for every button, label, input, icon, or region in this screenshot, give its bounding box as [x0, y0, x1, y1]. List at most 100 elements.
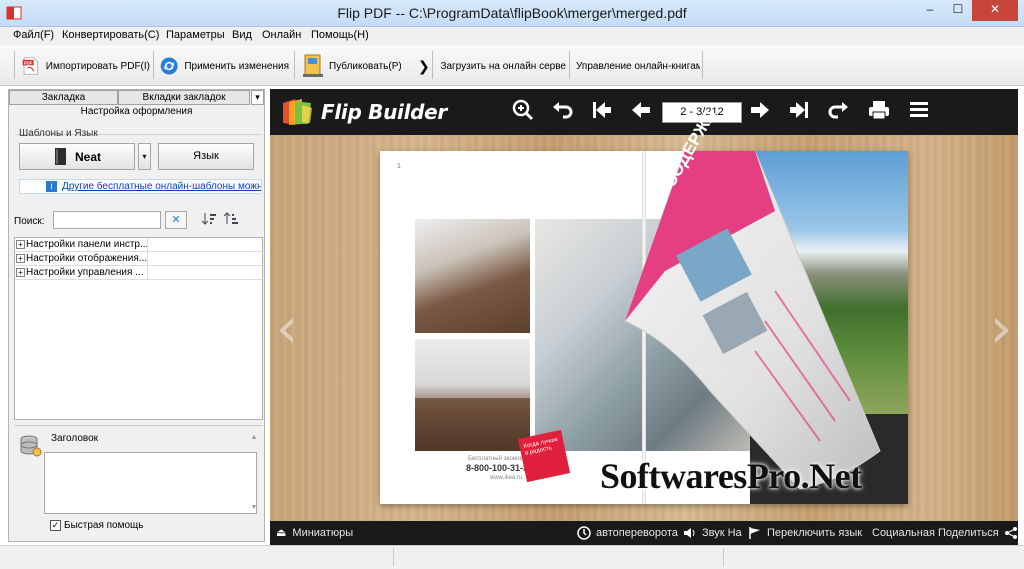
tree-item-toolbar-settings[interactable]: + Настройки панели инстр...: [15, 238, 262, 252]
template-name: Neat: [74, 149, 101, 164]
settings-tree: + Настройки панели инстр... + Настройки …: [14, 237, 263, 420]
language-button[interactable]: Язык: [158, 143, 254, 170]
toolbar-separator: [702, 51, 703, 79]
expand-icon[interactable]: +: [16, 240, 25, 249]
autoflip-button[interactable]: автопереворота: [577, 526, 678, 540]
window-title: Flip PDF -- C:\ProgramData\flipBook\merg…: [337, 5, 687, 21]
social-share-label: Социальная Поделиться: [872, 527, 999, 539]
switch-language-label: Переключить язык: [767, 527, 863, 539]
print-icon[interactable]: [866, 99, 892, 125]
menu-online[interactable]: Онлайн: [262, 29, 301, 41]
pdf-icon: PDF: [22, 57, 39, 75]
sound-label: Звук На: [702, 527, 742, 539]
flip-builder-logo-text: Flip Builder: [321, 100, 447, 124]
toolbar-separator: [153, 51, 154, 79]
tree-item-display-settings[interactable]: + Настройки отображения...: [15, 252, 262, 266]
menu-params[interactable]: Параметры: [166, 29, 225, 41]
thumbnails-label: Миниатюры: [292, 526, 354, 539]
menu-icon[interactable]: [906, 99, 932, 125]
toolbar-more-arrow[interactable]: ❯: [418, 50, 430, 82]
clear-icon: ✕: [171, 214, 181, 226]
scroll-down-icon[interactable]: ▼: [249, 504, 259, 511]
expand-icon[interactable]: +: [16, 254, 25, 263]
status-bar: [0, 545, 1024, 569]
help-text-area[interactable]: [44, 452, 257, 514]
expand-icon[interactable]: +: [16, 268, 25, 277]
import-pdf-label: Импортировать PDF(I): [45, 60, 150, 72]
templates-online-link[interactable]: Другие бесплатные онлайн-шаблоны можно н: [62, 181, 261, 192]
publish-button[interactable]: Публиковать(P): [301, 50, 411, 82]
column-divider: [147, 266, 148, 280]
tree-item-control-settings[interactable]: + Настройки управления ...: [15, 266, 262, 280]
watermark-text: SoftwaresPro.Net: [600, 456, 862, 496]
import-pdf-button[interactable]: PDF Импортировать PDF(I): [22, 50, 150, 82]
quick-help-checkbox[interactable]: ✓: [50, 520, 61, 531]
quick-help-toggle[interactable]: ✓ Быстрая помощь: [50, 520, 144, 531]
close-button[interactable]: ✕: [972, 0, 1018, 21]
tree-item-label: Настройки отображения...: [26, 253, 148, 264]
menu-bar: Файл(F) Конвертировать(С) Параметры Вид …: [0, 27, 1024, 45]
next-arrow-icon[interactable]: ›: [988, 289, 1014, 369]
previous-page-icon[interactable]: [628, 99, 654, 125]
refresh-icon: [160, 57, 178, 75]
next-page-icon[interactable]: [747, 99, 773, 125]
autoflip-label: автопереворота: [596, 527, 678, 539]
quick-help-label: Быстрая помощь: [64, 520, 144, 531]
apply-changes-button[interactable]: Применить изменения: [159, 50, 289, 82]
previous-arrow-icon[interactable]: ‹: [274, 289, 300, 369]
page-curl: [624, 151, 881, 490]
undo-icon[interactable]: [550, 99, 576, 125]
flag-icon: [749, 527, 760, 539]
info-bar: i Другие бесплатные онлайн-шаблоны можно…: [19, 179, 262, 194]
template-select-button[interactable]: Neat: [19, 143, 135, 170]
menu-convert[interactable]: Конвертировать(С): [62, 29, 159, 41]
sound-button[interactable]: Звук На: [683, 526, 742, 540]
left-tabs: Закладка Вкладки закладок ▾: [9, 90, 266, 105]
menu-file[interactable]: Файл(F): [13, 29, 54, 41]
search-clear-button[interactable]: ✕: [165, 211, 187, 229]
preview-toolbar: Flip Builder 2 - 3/212: [270, 89, 1018, 135]
clock-icon: [577, 526, 591, 540]
upload-online-button[interactable]: Загрузить на онлайн серве: [436, 50, 566, 82]
column-divider: [147, 238, 148, 252]
info-icon: i: [46, 181, 57, 192]
manage-online-books-button[interactable]: Управление онлайн-книгами: [576, 50, 700, 82]
book-spread[interactable]: 1 Бесплатный звонок по России 8-800-100-…: [380, 106, 908, 504]
minimize-button[interactable]: –: [916, 0, 944, 21]
zoom-in-icon[interactable]: [510, 99, 536, 125]
maximize-button[interactable]: ☐: [944, 0, 972, 21]
toolbar-separator: [294, 51, 295, 79]
toolbar: PDF Импортировать PDF(I) Применить измен…: [0, 45, 1024, 86]
toolbar-separator: [14, 51, 15, 79]
help-title: Заголовок: [51, 433, 99, 444]
column-divider: [147, 252, 148, 266]
panel-header: Настройка оформления: [80, 106, 193, 117]
book-icon: [54, 147, 66, 165]
tree-item-label: Настройки панели инстр...: [26, 239, 149, 250]
title-bar: Flip PDF -- C:\ProgramData\flipBook\merg…: [0, 0, 1024, 27]
sort-ascending-icon[interactable]: [223, 211, 239, 229]
social-share-button[interactable]: Социальная Поделиться: [872, 526, 1018, 540]
tab-bookmark-tabs[interactable]: Вкладки закладок: [118, 90, 250, 105]
search-label: Поиск:: [14, 216, 45, 227]
thumbnails-button[interactable]: ⏏ Миниатюры: [276, 526, 354, 540]
svg-text:PDF: PDF: [24, 61, 33, 66]
redo-icon[interactable]: [825, 99, 851, 125]
switch-language-button[interactable]: Переключить язык: [748, 526, 862, 540]
menu-help[interactable]: Помощь(H): [311, 29, 369, 41]
menu-view[interactable]: Вид: [232, 29, 252, 41]
first-page-icon[interactable]: [589, 99, 615, 125]
template-dropdown-button[interactable]: ▾: [138, 143, 151, 170]
help-scrollbar[interactable]: ▲ ▼: [249, 432, 259, 516]
speaker-icon: [684, 528, 695, 538]
last-page-icon[interactable]: [786, 99, 812, 125]
search-input[interactable]: [53, 211, 161, 229]
tab-dropdown-button[interactable]: ▾: [251, 90, 264, 105]
eject-icon: ⏏: [276, 527, 287, 539]
flipbook-preview: Flip Builder 2 - 3/212 ‹ › 1 Бесплатный …: [270, 89, 1018, 545]
tab-bookmark[interactable]: Закладка: [9, 90, 118, 105]
share-icon: [1004, 527, 1017, 539]
sort-descending-icon[interactable]: [201, 211, 217, 229]
scroll-up-icon[interactable]: ▲: [249, 434, 259, 441]
toolbar-separator: [432, 51, 433, 79]
